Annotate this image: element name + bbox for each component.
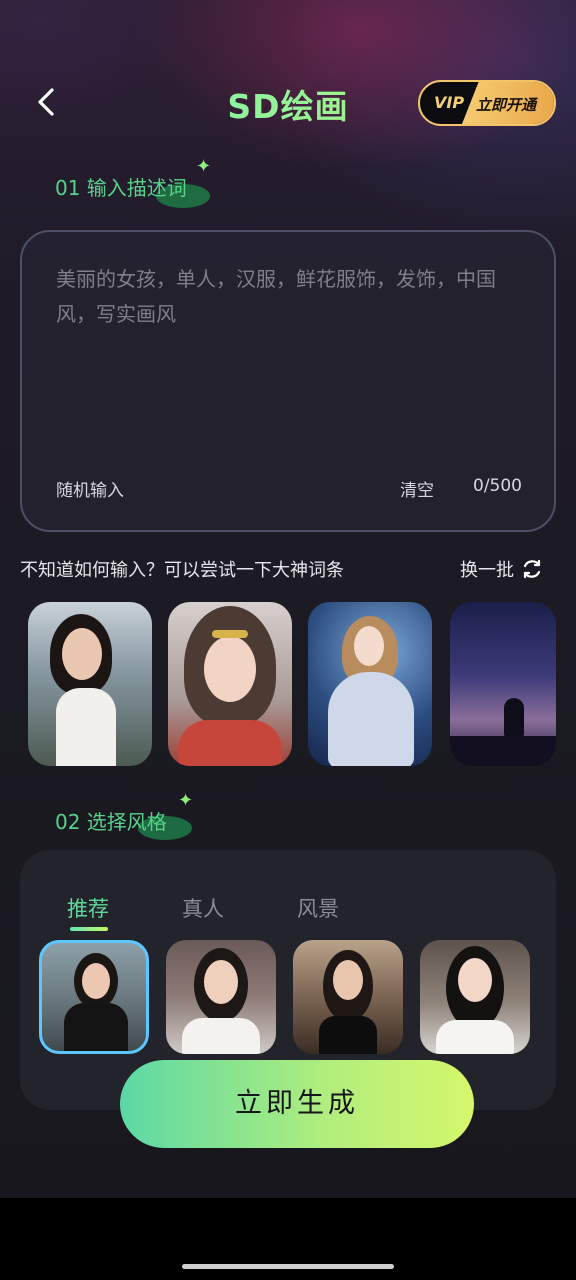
vip-subscribe-button[interactable]: VIP 立即开通 xyxy=(418,80,556,126)
vip-label: VIP xyxy=(434,93,465,112)
sparkle-icon: ✦ xyxy=(178,790,194,811)
section-label-prompt: 01 输入描述词 xyxy=(55,176,187,200)
clear-button[interactable]: 清空 xyxy=(400,476,434,501)
sparkle-icon: ✦ xyxy=(196,156,212,177)
refresh-icon xyxy=(523,559,541,579)
generate-button[interactable]: 立即生成 xyxy=(120,1060,474,1148)
sample-image[interactable] xyxy=(450,602,556,766)
refresh-suggestions-button[interactable]: 换一批 xyxy=(460,556,544,582)
active-tab-indicator xyxy=(70,927,108,931)
style-thumbnail[interactable] xyxy=(420,940,530,1054)
sample-image[interactable] xyxy=(308,602,432,766)
app-screen: SD绘画 VIP 立即开通 01 输入描述词 ✦ 美丽的女孩，单人，汉服，鲜花服… xyxy=(0,0,576,1198)
char-count: 0/500 xyxy=(473,476,522,496)
tab-real-person[interactable]: 真人 xyxy=(182,893,224,923)
suggestion-hint: 不知道如何输入？可以尝试一下大神词条 xyxy=(20,560,344,581)
style-thumbnail-selected[interactable] xyxy=(39,940,149,1054)
sample-image[interactable] xyxy=(28,602,152,766)
section-label-style: 02 选择风格 xyxy=(55,810,167,834)
home-indicator[interactable] xyxy=(182,1264,394,1269)
random-input-button[interactable]: 随机输入 xyxy=(56,476,124,501)
refresh-label: 换一批 xyxy=(460,560,514,581)
style-thumbnail[interactable] xyxy=(166,940,276,1054)
tab-recommended[interactable]: 推荐 xyxy=(67,893,109,923)
tab-landscape[interactable]: 风景 xyxy=(297,893,339,923)
style-thumbnail[interactable] xyxy=(293,940,403,1054)
prompt-input[interactable]: 美丽的女孩，单人，汉服，鲜花服饰，发饰，中国风，写实画风 随机输入 清空 0/5… xyxy=(20,230,556,532)
prompt-text[interactable]: 美丽的女孩，单人，汉服，鲜花服饰，发饰，中国风，写实画风 xyxy=(56,262,526,332)
sample-image[interactable] xyxy=(168,602,292,766)
vip-cta-label: 立即开通 xyxy=(476,96,537,114)
